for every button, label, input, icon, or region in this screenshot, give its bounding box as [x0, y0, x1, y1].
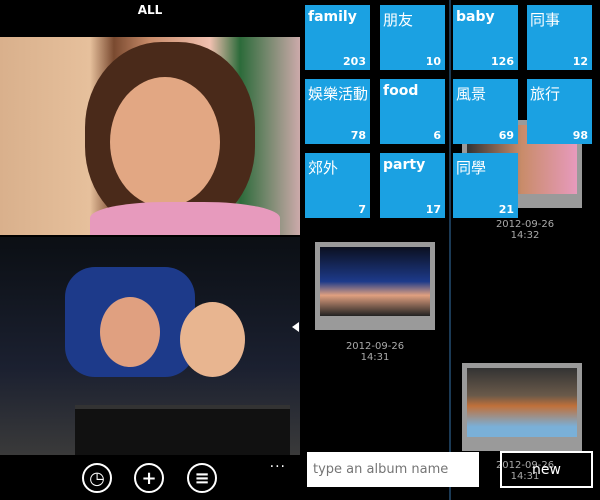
- album-count: 126: [491, 55, 514, 68]
- album-count: 10: [425, 55, 441, 68]
- album-name: 郊外: [308, 159, 339, 177]
- album-count: 6: [433, 129, 441, 142]
- album-name: 旅行: [530, 85, 561, 103]
- album-count: 69: [498, 129, 514, 142]
- timeline-photo[interactable]: [462, 363, 582, 451]
- album-count: 21: [498, 203, 514, 216]
- timeline-date: 2012-09-26 14:31: [345, 341, 405, 363]
- album-name: 娛樂活動: [308, 85, 369, 103]
- album-name: 同學: [456, 159, 487, 177]
- album-name: 同事: [530, 11, 561, 29]
- album-tile[interactable]: food 6: [380, 79, 445, 144]
- album-tile[interactable]: family 203: [305, 5, 370, 70]
- photo-viewer-panel: ALL ◷ + ≡ ...: [0, 0, 300, 500]
- album-tile[interactable]: 朋友 10: [380, 5, 445, 70]
- album-count: 17: [425, 203, 441, 216]
- album-name: 風景: [456, 85, 487, 103]
- album-tile[interactable]: 郊外 7: [305, 153, 370, 218]
- clock-icon[interactable]: ◷: [82, 463, 112, 493]
- albums-panel: 2012-09-26 14:32 2012-09-26 14:31 2012-09-…: [300, 0, 600, 500]
- album-name-input[interactable]: [307, 452, 479, 487]
- album-tile[interactable]: 風景 69: [453, 79, 518, 144]
- album-name: party: [383, 157, 426, 173]
- album-tile[interactable]: 同事 12: [527, 5, 592, 70]
- new-album-button[interactable]: new: [500, 451, 593, 488]
- album-tile[interactable]: 娛樂活動 78: [305, 79, 370, 144]
- album-name: family: [308, 9, 357, 25]
- photo-girls-at-computer[interactable]: [0, 237, 300, 455]
- album-count: 78: [350, 129, 366, 142]
- album-count: 7: [358, 203, 366, 216]
- album-count: 12: [572, 55, 588, 68]
- album-name: food: [383, 83, 419, 99]
- album-tile[interactable]: party 17: [380, 153, 445, 218]
- view-title: ALL: [137, 3, 163, 17]
- list-icon[interactable]: ≡: [187, 463, 217, 493]
- more-options-button[interactable]: ...: [270, 455, 286, 471]
- timeline-line: [449, 0, 451, 500]
- add-icon[interactable]: +: [134, 463, 164, 493]
- photo-girl-with-book[interactable]: [0, 37, 300, 235]
- album-tile[interactable]: 旅行 98: [527, 79, 592, 144]
- timeline-photo[interactable]: [315, 242, 435, 330]
- app-bar: ◷ + ≡ ...: [0, 455, 300, 500]
- album-name: baby: [456, 9, 495, 25]
- timeline-date: 2012-09-26 14:32: [495, 219, 555, 241]
- panel-arrow-icon: [292, 322, 299, 332]
- album-tile[interactable]: 同學 21: [453, 153, 518, 218]
- album-name: 朋友: [383, 11, 414, 29]
- album-tile[interactable]: baby 126: [453, 5, 518, 70]
- album-count: 98: [572, 129, 588, 142]
- album-count: 203: [343, 55, 366, 68]
